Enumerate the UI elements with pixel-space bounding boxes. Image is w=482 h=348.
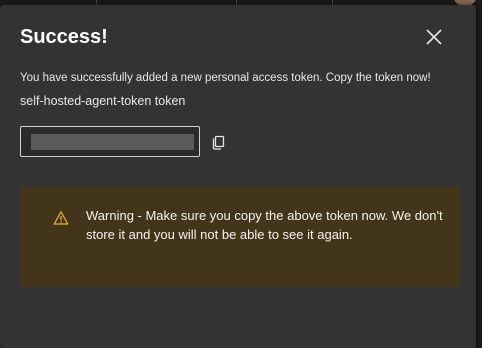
warning-text: Warning - Make sure you copy the above t… xyxy=(86,208,443,242)
close-button[interactable] xyxy=(422,25,446,49)
close-icon xyxy=(426,29,442,45)
success-message: You have successfully added a new person… xyxy=(20,72,431,84)
success-dialog: Success! You have successfully added a n… xyxy=(0,5,476,348)
copy-icon xyxy=(212,135,225,150)
copy-token-button[interactable] xyxy=(210,133,228,151)
token-field[interactable] xyxy=(20,126,200,157)
token-name-label: self-hosted-agent-token token xyxy=(20,94,186,108)
dialog-title: Success! xyxy=(20,26,108,48)
warning-banner: Warning - Make sure you copy the above t… xyxy=(20,187,460,287)
masked-token-value xyxy=(31,134,194,150)
warning-icon xyxy=(53,211,69,225)
